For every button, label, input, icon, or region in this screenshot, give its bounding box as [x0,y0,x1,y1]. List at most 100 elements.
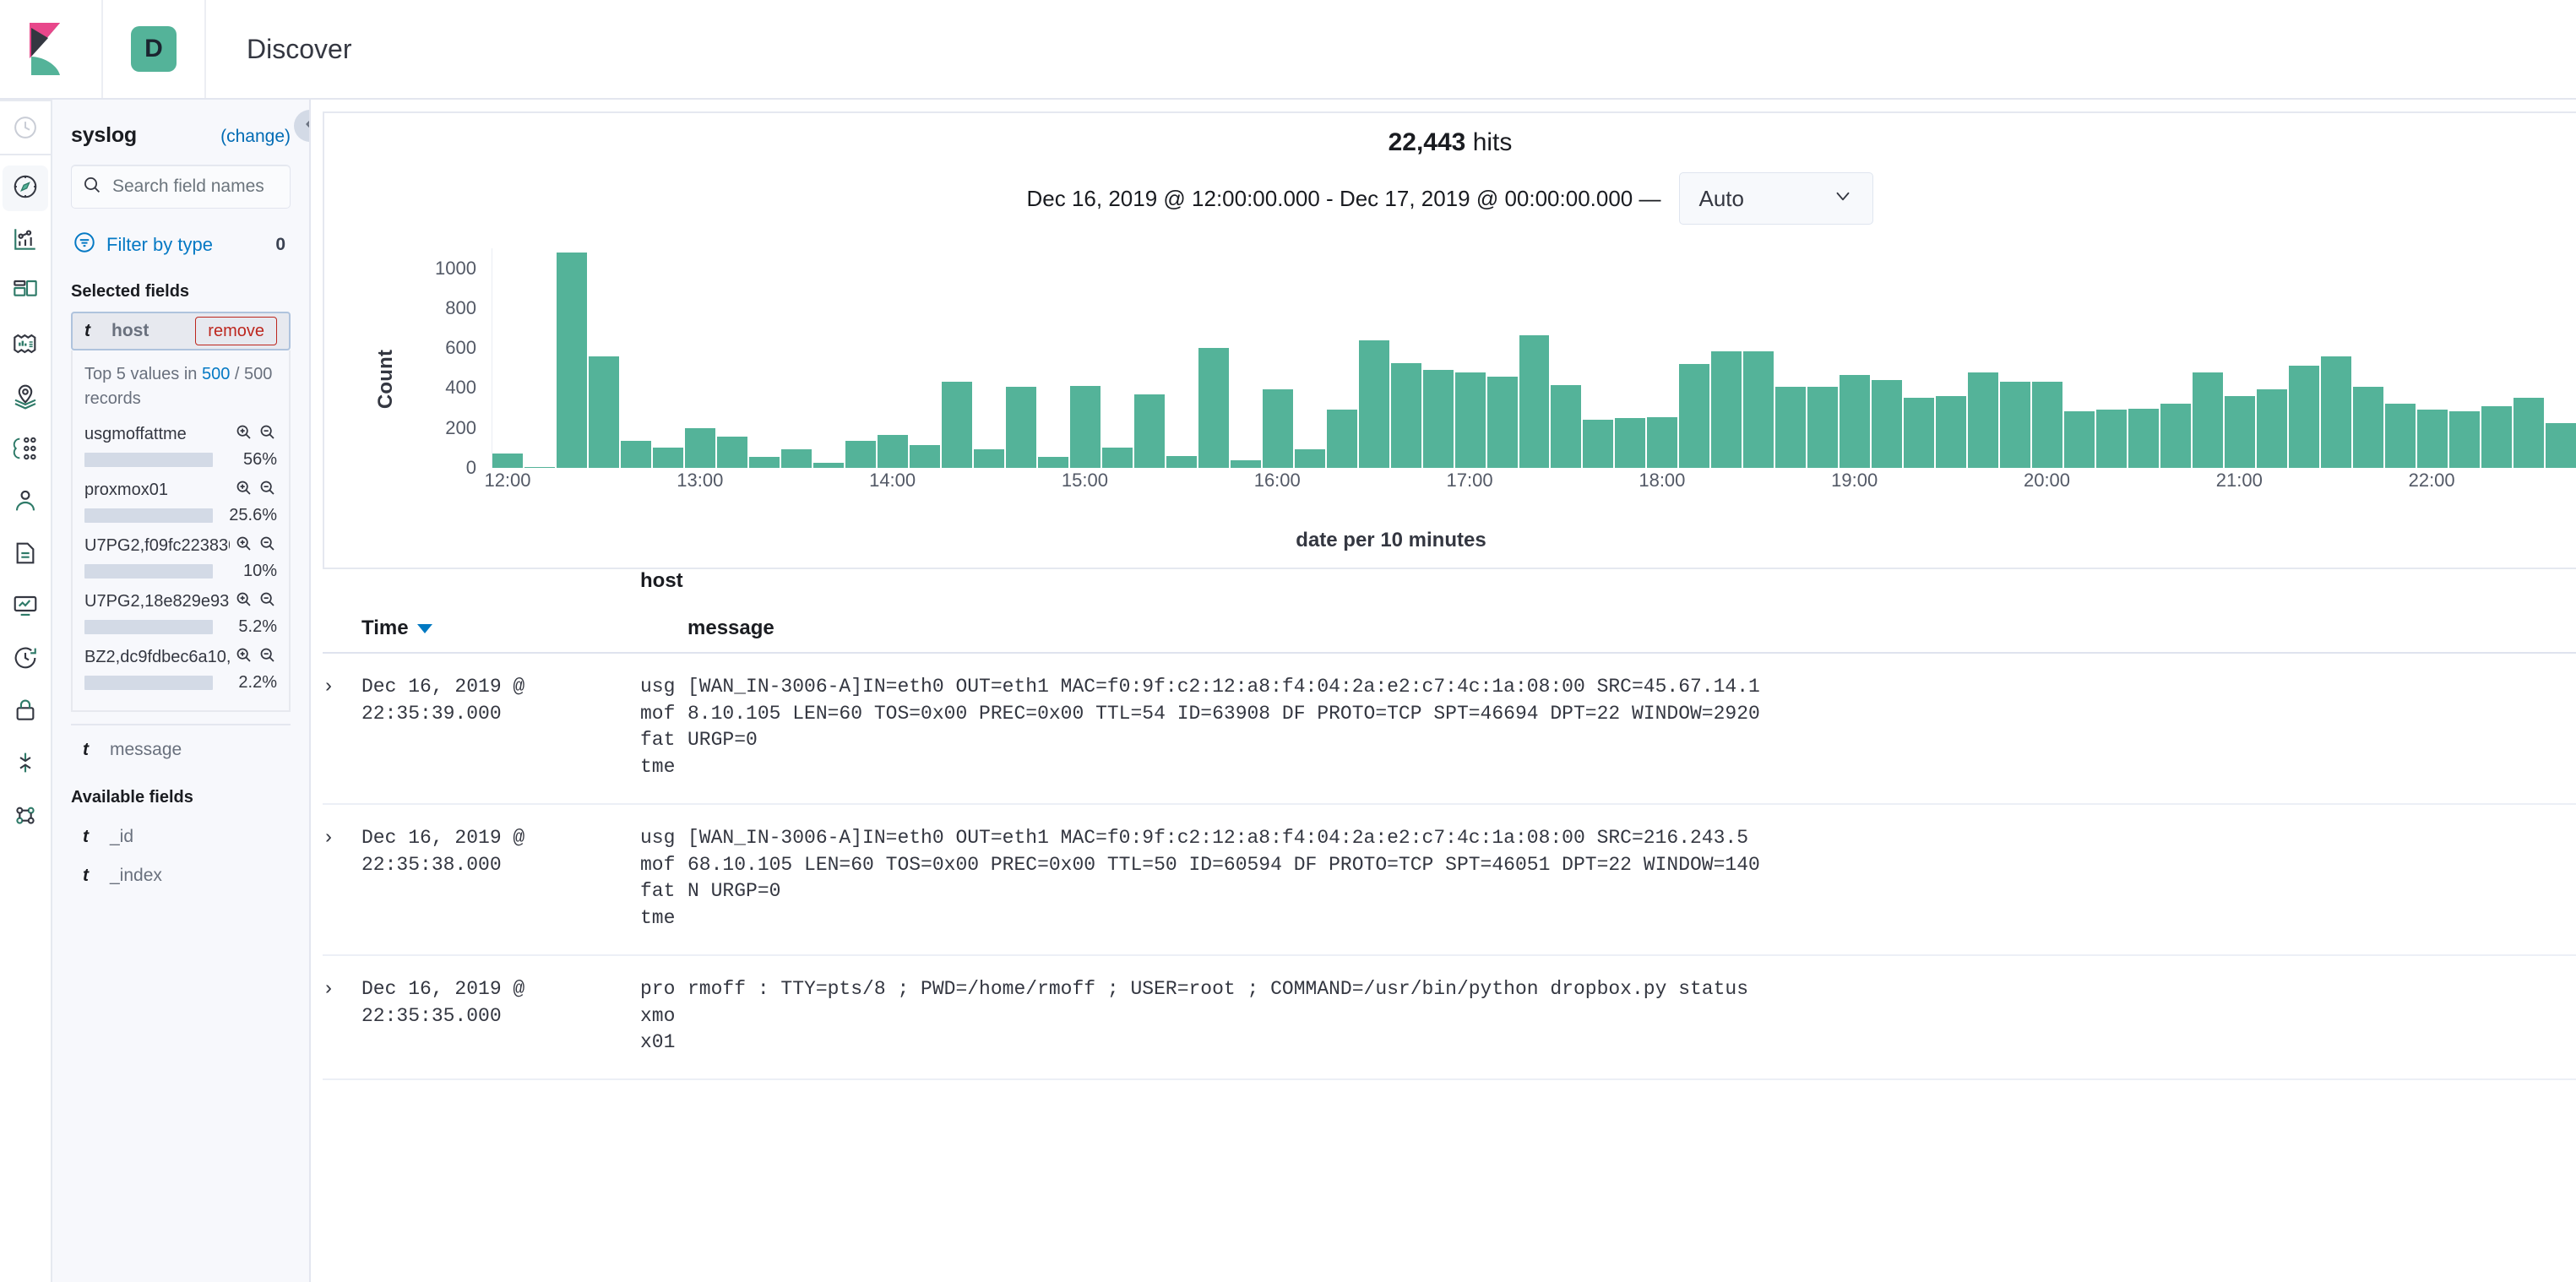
selected-field-message[interactable]: t message [71,731,291,769]
histogram-bar[interactable] [1198,348,1229,468]
sidebar-item-management[interactable] [0,790,52,843]
interval-select[interactable]: Auto [1679,172,1873,225]
histogram-bar[interactable] [1134,394,1165,468]
filter-for-value-icon[interactable] [235,646,253,669]
histogram-bar[interactable] [589,356,619,468]
histogram-bar[interactable] [781,449,812,468]
histogram-bar[interactable] [1295,449,1325,468]
histogram-bar[interactable] [524,467,555,468]
histogram-bar[interactable] [621,441,651,468]
histogram-bar[interactable] [1583,420,1613,468]
histogram-bar[interactable] [1968,372,1998,468]
histogram-bar[interactable] [2160,404,2191,468]
histogram-bar[interactable] [2514,398,2544,468]
histogram-bar[interactable] [1263,389,1293,468]
histogram-bar[interactable] [2289,366,2319,468]
histogram-bar[interactable] [1487,377,1518,468]
available-field-id[interactable]: t_id [71,818,291,856]
histogram-bar[interactable] [1231,460,1261,468]
change-index-pattern-link[interactable]: (change) [220,127,291,147]
histogram-bar[interactable] [910,445,940,468]
histogram-bar[interactable] [1647,417,1677,468]
histogram-bar[interactable] [2193,372,2223,468]
sidebar-item-uptime[interactable] [0,633,52,686]
histogram-bar[interactable] [942,382,972,468]
histogram-bar[interactable] [1807,387,1838,468]
time-column-header[interactable]: Time [361,569,640,653]
histogram-bar[interactable] [2257,389,2287,468]
expand-row-button[interactable]: › [323,653,361,804]
histogram-bar[interactable] [1006,387,1036,468]
recently-viewed-icon[interactable] [0,101,52,154]
histogram-bar[interactable] [1904,398,1934,468]
table-row[interactable]: ›Dec 16, 2019 @ 22:35:38.000usg mof fat … [323,804,2576,955]
filter-out-value-icon[interactable] [258,535,277,557]
histogram-bar[interactable] [1519,335,1550,468]
sidebar-item-dev-tools[interactable] [0,738,52,790]
histogram-bar[interactable] [749,457,780,468]
sidebar-item-visualize[interactable] [0,215,52,267]
histogram-bar[interactable] [2096,410,2127,468]
histogram-bar[interactable] [2449,411,2480,468]
host-column-header[interactable]: host [640,569,687,653]
histogram-bar[interactable] [2128,409,2159,468]
histogram-bar[interactable] [2064,411,2095,468]
histogram-bar[interactable] [1327,410,1357,468]
filter-out-value-icon[interactable] [258,423,277,446]
histogram-bar[interactable] [845,441,876,468]
table-row[interactable]: ›Dec 16, 2019 @ 22:35:39.000usg mof fat … [323,653,2576,804]
histogram-bar[interactable] [1743,351,1774,468]
sort-desc-icon[interactable] [417,624,432,633]
sidebar-item-maps[interactable] [0,372,52,424]
search-field-names-container[interactable] [71,165,291,209]
histogram-bar[interactable] [1679,364,1709,468]
sidebar-item-discover[interactable] [0,162,52,215]
sidebar-item-logs[interactable] [0,529,52,581]
filter-out-value-icon[interactable] [258,479,277,502]
sidebar-item-apm[interactable] [0,581,52,633]
kibana-home-button[interactable] [0,0,103,98]
histogram-bars[interactable] [492,248,2576,468]
histogram-bar[interactable] [2000,382,2030,468]
histogram-bar[interactable] [1359,340,1389,468]
expand-row-button[interactable]: › [323,955,361,1079]
histogram-bar[interactable] [717,437,747,468]
histogram-bar[interactable] [1038,457,1068,468]
histogram-bar[interactable] [1166,456,1197,468]
sidebar-item-machine-learning[interactable] [0,424,52,476]
message-column-header[interactable]: message [687,569,2576,653]
histogram-bar[interactable] [1423,370,1454,468]
histogram-bar[interactable] [2417,410,2448,468]
sidebar-item-infrastructure[interactable] [0,476,52,529]
histogram-bar[interactable] [685,428,715,468]
table-row[interactable]: ›Dec 16, 2019 @ 22:35:35.000pro xmo x01r… [323,955,2576,1079]
filter-for-value-icon[interactable] [235,423,253,446]
sidebar-item-canvas[interactable] [0,319,52,372]
histogram-bar[interactable] [1391,363,1421,468]
remove-field-button[interactable]: remove [195,317,277,345]
filter-for-value-icon[interactable] [235,535,253,557]
histogram-bar[interactable] [1711,351,1742,468]
histogram-bar[interactable] [2032,382,2062,468]
histogram-bar[interactable] [1775,387,1806,468]
histogram-bar[interactable] [1872,380,1902,468]
expand-row-button[interactable]: › [323,804,361,955]
histogram-bar[interactable] [2385,404,2416,468]
histogram-bar[interactable] [557,253,587,468]
histogram-bar[interactable] [1070,386,1101,468]
selected-field-host[interactable]: t host remove [71,312,291,350]
histogram-bar[interactable] [2225,396,2255,468]
histogram-bar[interactable] [1936,396,1966,468]
histogram-bar[interactable] [2481,406,2512,468]
histogram-bar[interactable] [1102,448,1133,468]
available-field-index[interactable]: t_index [71,856,291,895]
filter-for-value-icon[interactable] [235,590,253,613]
histogram-bar[interactable] [1840,375,1870,468]
histogram-bar[interactable] [653,448,683,468]
histogram-bar[interactable] [2353,387,2383,468]
histogram-bar[interactable] [974,449,1004,468]
histogram-bar[interactable] [1551,385,1581,468]
filter-by-type-button[interactable]: Filter by type 0 [71,209,291,279]
histogram-bar[interactable] [1455,372,1486,468]
filter-out-value-icon[interactable] [258,646,277,669]
